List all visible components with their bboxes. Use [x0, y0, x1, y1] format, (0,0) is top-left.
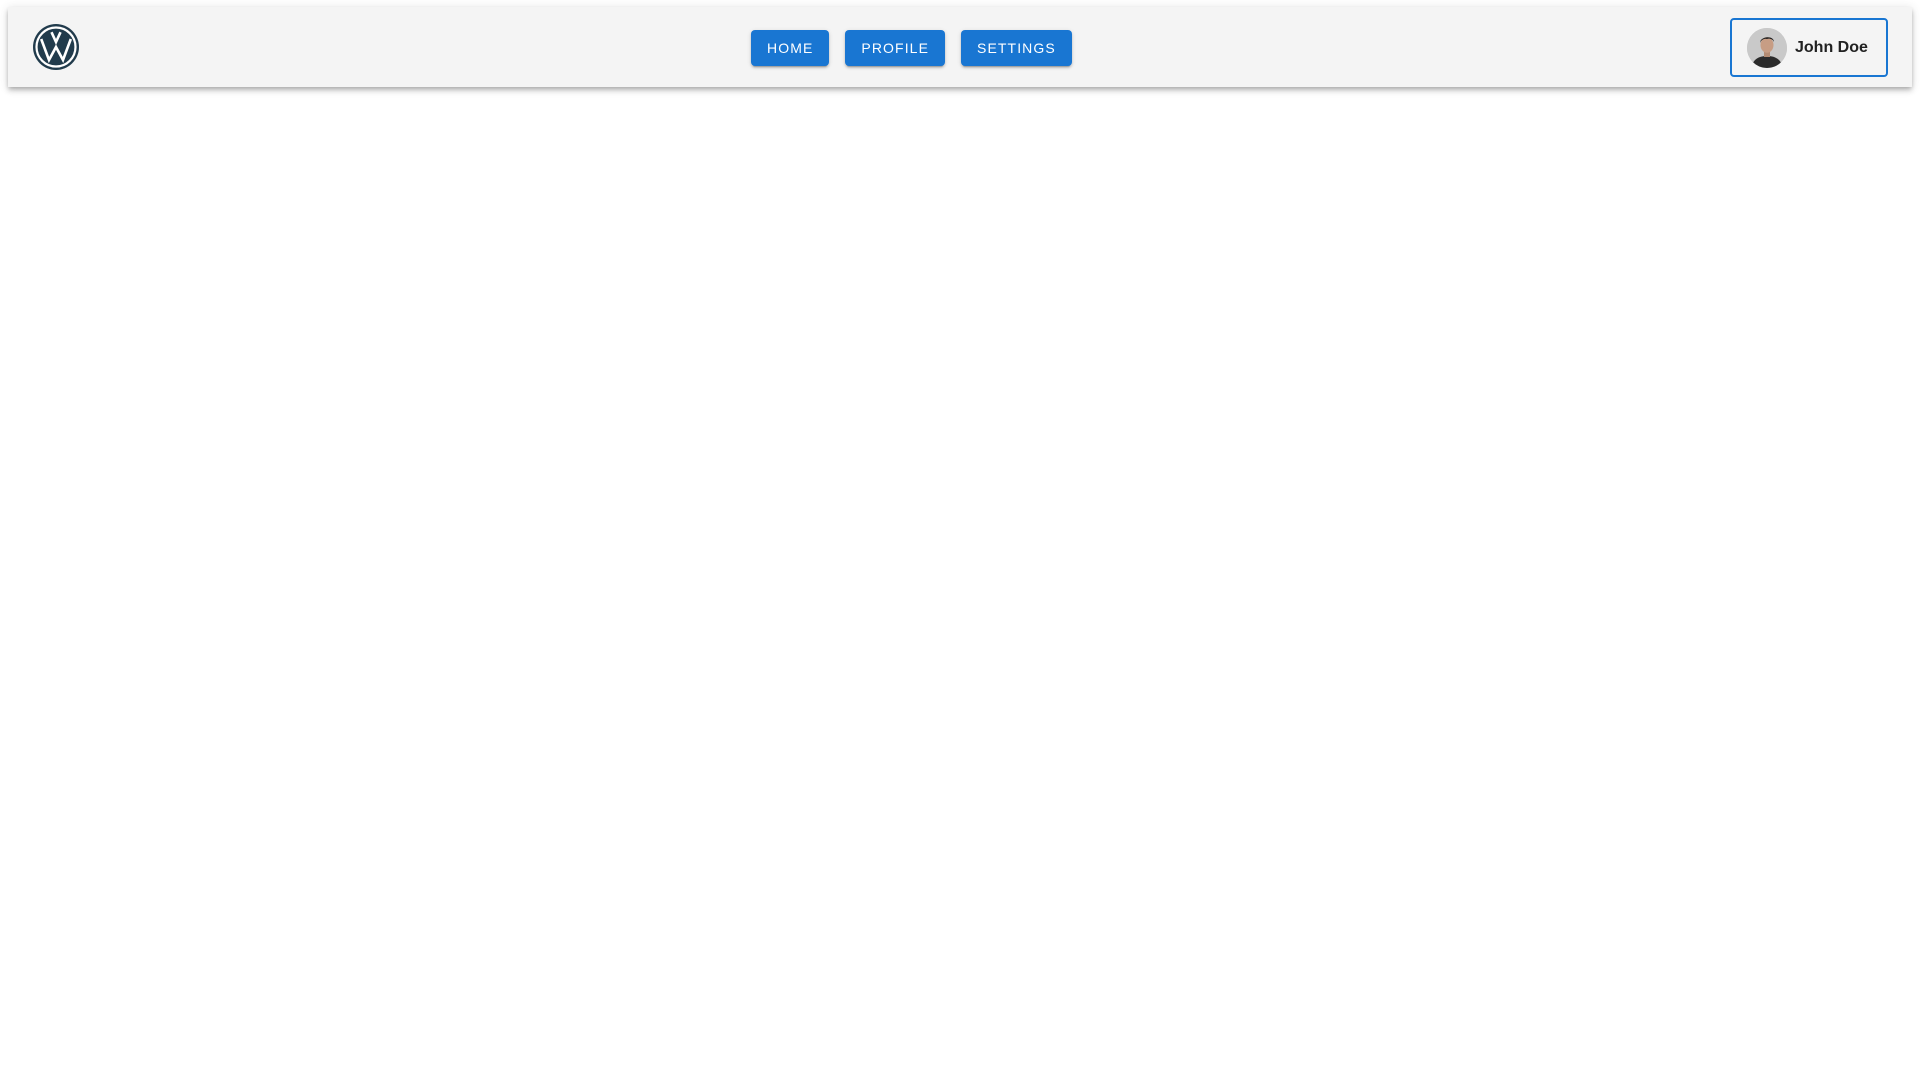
user-menu-button[interactable]: John Doe — [1730, 18, 1888, 77]
nav-settings-button[interactable]: SETTINGS — [961, 30, 1072, 66]
app-header: HOME PROFILE SETTINGS John Doe — [8, 7, 1912, 87]
nav-home-button[interactable]: HOME — [751, 30, 830, 66]
user-name: John Doe — [1795, 38, 1868, 56]
vw-logo-icon[interactable] — [32, 23, 80, 71]
main-nav: HOME PROFILE SETTINGS — [751, 30, 1072, 66]
avatar — [1747, 27, 1787, 68]
nav-profile-button[interactable]: PROFILE — [845, 30, 946, 66]
